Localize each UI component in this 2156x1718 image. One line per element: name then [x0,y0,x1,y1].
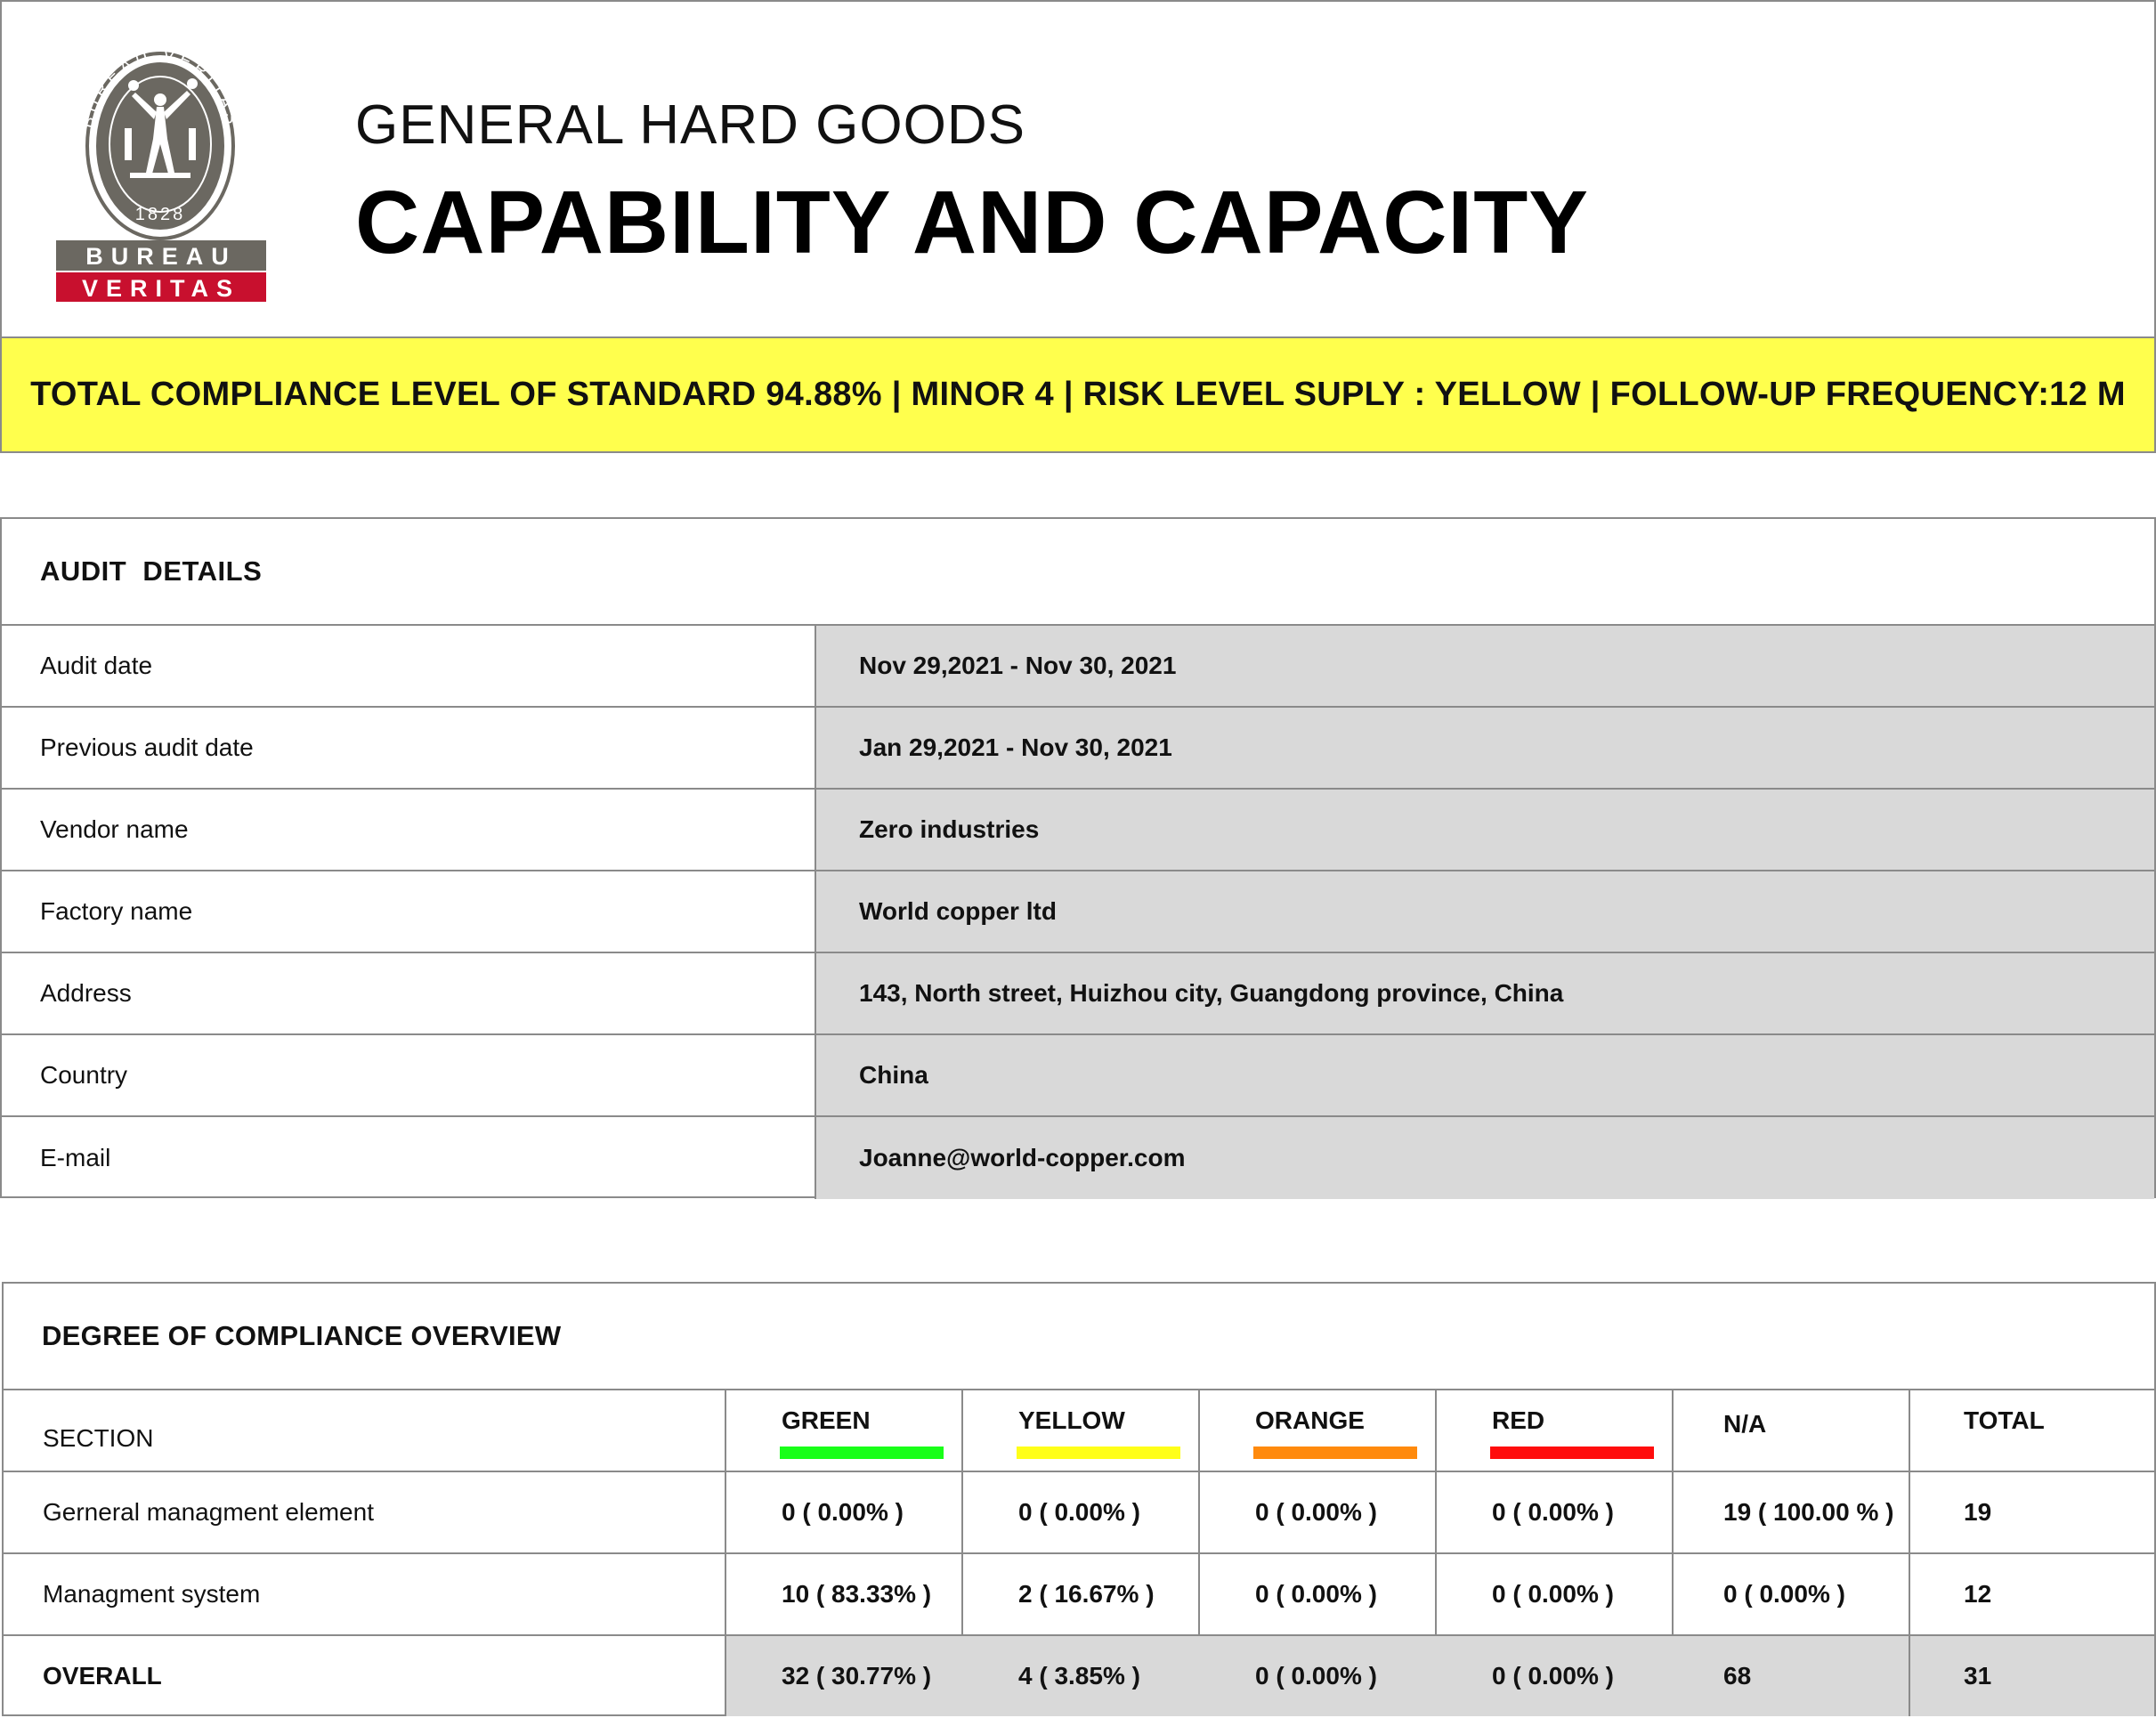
yellow-column-header: YELLOW [963,1390,1200,1471]
yellow-cell: 0 ( 0.00% ) [963,1472,1200,1552]
compliance-overview-table: DEGREE OF COMPLIANCE OVERVIEW SECTION GR… [2,1282,2156,1716]
vendor-name-label: Vendor name [2,790,816,870]
red-cell: 0 ( 0.00% ) [1437,1554,1674,1634]
yellow-swatch [1017,1447,1180,1459]
address-value: 143, North street, Huizhou city, Guangdo… [816,953,2154,1033]
report-header: BUREAU VERITAS 1828 BUREAU VERITAS GENER… [0,0,2156,338]
total-column-header: TOTAL [1910,1390,2154,1471]
table-row: Gerneral managment element 0 ( 0.00% ) 0… [4,1472,2154,1554]
orange-cell: 0 ( 0.00% ) [1200,1472,1437,1552]
na-column-header: N/A [1674,1390,1910,1471]
section-cell: Gerneral managment element [4,1472,726,1552]
yellow-cell: 2 ( 16.67% ) [963,1554,1200,1634]
green-column-label: GREEN [782,1406,871,1434]
total-cell: 19 [1964,1498,1992,1526]
audit-date-label: Audit date [2,626,816,706]
red-column-label: RED [1492,1406,1545,1434]
compliance-overview-heading: DEGREE OF COMPLIANCE OVERVIEW [4,1284,2154,1390]
table-row: Factory name World copper ltd [2,871,2154,953]
red-swatch [1490,1447,1654,1459]
overall-na-cell: 68 [1674,1636,1910,1716]
na-column-label: N/A [1723,1410,1767,1438]
overall-yellow-cell: 4 ( 3.85% ) [963,1636,1200,1716]
orange-cell: 0 ( 0.00% ) [1200,1554,1437,1634]
table-row: Country China [2,1035,2154,1117]
factory-name-label: Factory name [2,871,816,952]
green-cell: 10 ( 83.33% ) [726,1554,963,1634]
section-cell: Managment system [4,1554,726,1634]
vendor-name-value: Zero industries [816,790,2154,870]
email-label: E-mail [2,1117,816,1199]
section-column-header: SECTION [4,1390,726,1471]
red-column-header: RED [1437,1390,1674,1471]
overall-orange-cell: 0 ( 0.00% ) [1200,1636,1437,1716]
audit-details-heading: AUDIT DETAILS [2,519,2154,626]
email-value: Joanne@world-copper.com [816,1117,2154,1199]
overall-label: OVERALL [4,1636,726,1716]
orange-column-header: ORANGE [1200,1390,1437,1471]
table-header-row: SECTION GREEN YELLOW ORANGE RED N/A TOTA… [4,1390,2154,1472]
na-cell: 0 ( 0.00% ) [1674,1554,1910,1634]
country-label: Country [2,1035,816,1115]
yellow-column-label: YELLOW [1018,1406,1125,1434]
overall-green-cell: 32 ( 30.77% ) [726,1636,963,1716]
audit-date-value: Nov 29,2021 - Nov 30, 2021 [816,626,2154,706]
green-swatch [780,1447,944,1459]
report-subtitle: GENERAL HARD GOODS [355,94,1025,156]
address-label: Address [2,953,816,1033]
audit-details-table: AUDIT DETAILS Audit date Nov 29,2021 - N… [0,517,2156,1199]
total-cell: 12 [1964,1580,1992,1608]
table-row: Audit date Nov 29,2021 - Nov 30, 2021 [2,626,2154,708]
overall-total-cell: 31 [1910,1636,2154,1716]
logo-line2: VERITAS [82,275,240,302]
compliance-summary-banner: TOTAL COMPLIANCE LEVEL OF STANDARD 94.88… [0,336,2156,453]
previous-audit-date-label: Previous audit date [2,708,816,788]
compliance-summary-text: TOTAL COMPLIANCE LEVEL OF STANDARD 94.88… [30,376,2126,413]
table-row: Vendor name Zero industries [2,790,2154,871]
green-column-header: GREEN [726,1390,963,1471]
report-title: CAPABILITY AND CAPACITY [355,173,1589,272]
table-row: Address 143, North street, Huizhou city,… [2,953,2154,1035]
previous-audit-date-value: Jan 29,2021 - Nov 30, 2021 [816,708,2154,788]
factory-name-value: World copper ltd [816,871,2154,952]
na-cell: 19 ( 100.00 % ) [1674,1472,1910,1552]
logo-line1: BUREAU [85,243,237,270]
bureau-veritas-logo: BUREAU VERITAS 1828 BUREAU VERITAS [53,39,267,303]
table-row: Previous audit date Jan 29,2021 - Nov 30… [2,708,2154,790]
table-row: Managment system 10 ( 83.33% ) 2 ( 16.67… [4,1554,2154,1636]
total-column-label: TOTAL [1964,1406,2045,1434]
overall-row: OVERALL 32 ( 30.77% ) 4 ( 3.85% ) 0 ( 0.… [4,1636,2154,1716]
orange-swatch [1253,1447,1417,1459]
country-value: China [816,1035,2154,1115]
green-cell: 0 ( 0.00% ) [726,1472,963,1552]
red-cell: 0 ( 0.00% ) [1437,1472,1674,1552]
svg-text:1828: 1828 [135,205,186,224]
overall-red-cell: 0 ( 0.00% ) [1437,1636,1674,1716]
orange-column-label: ORANGE [1255,1406,1365,1434]
table-row: E-mail Joanne@world-copper.com [2,1117,2154,1199]
